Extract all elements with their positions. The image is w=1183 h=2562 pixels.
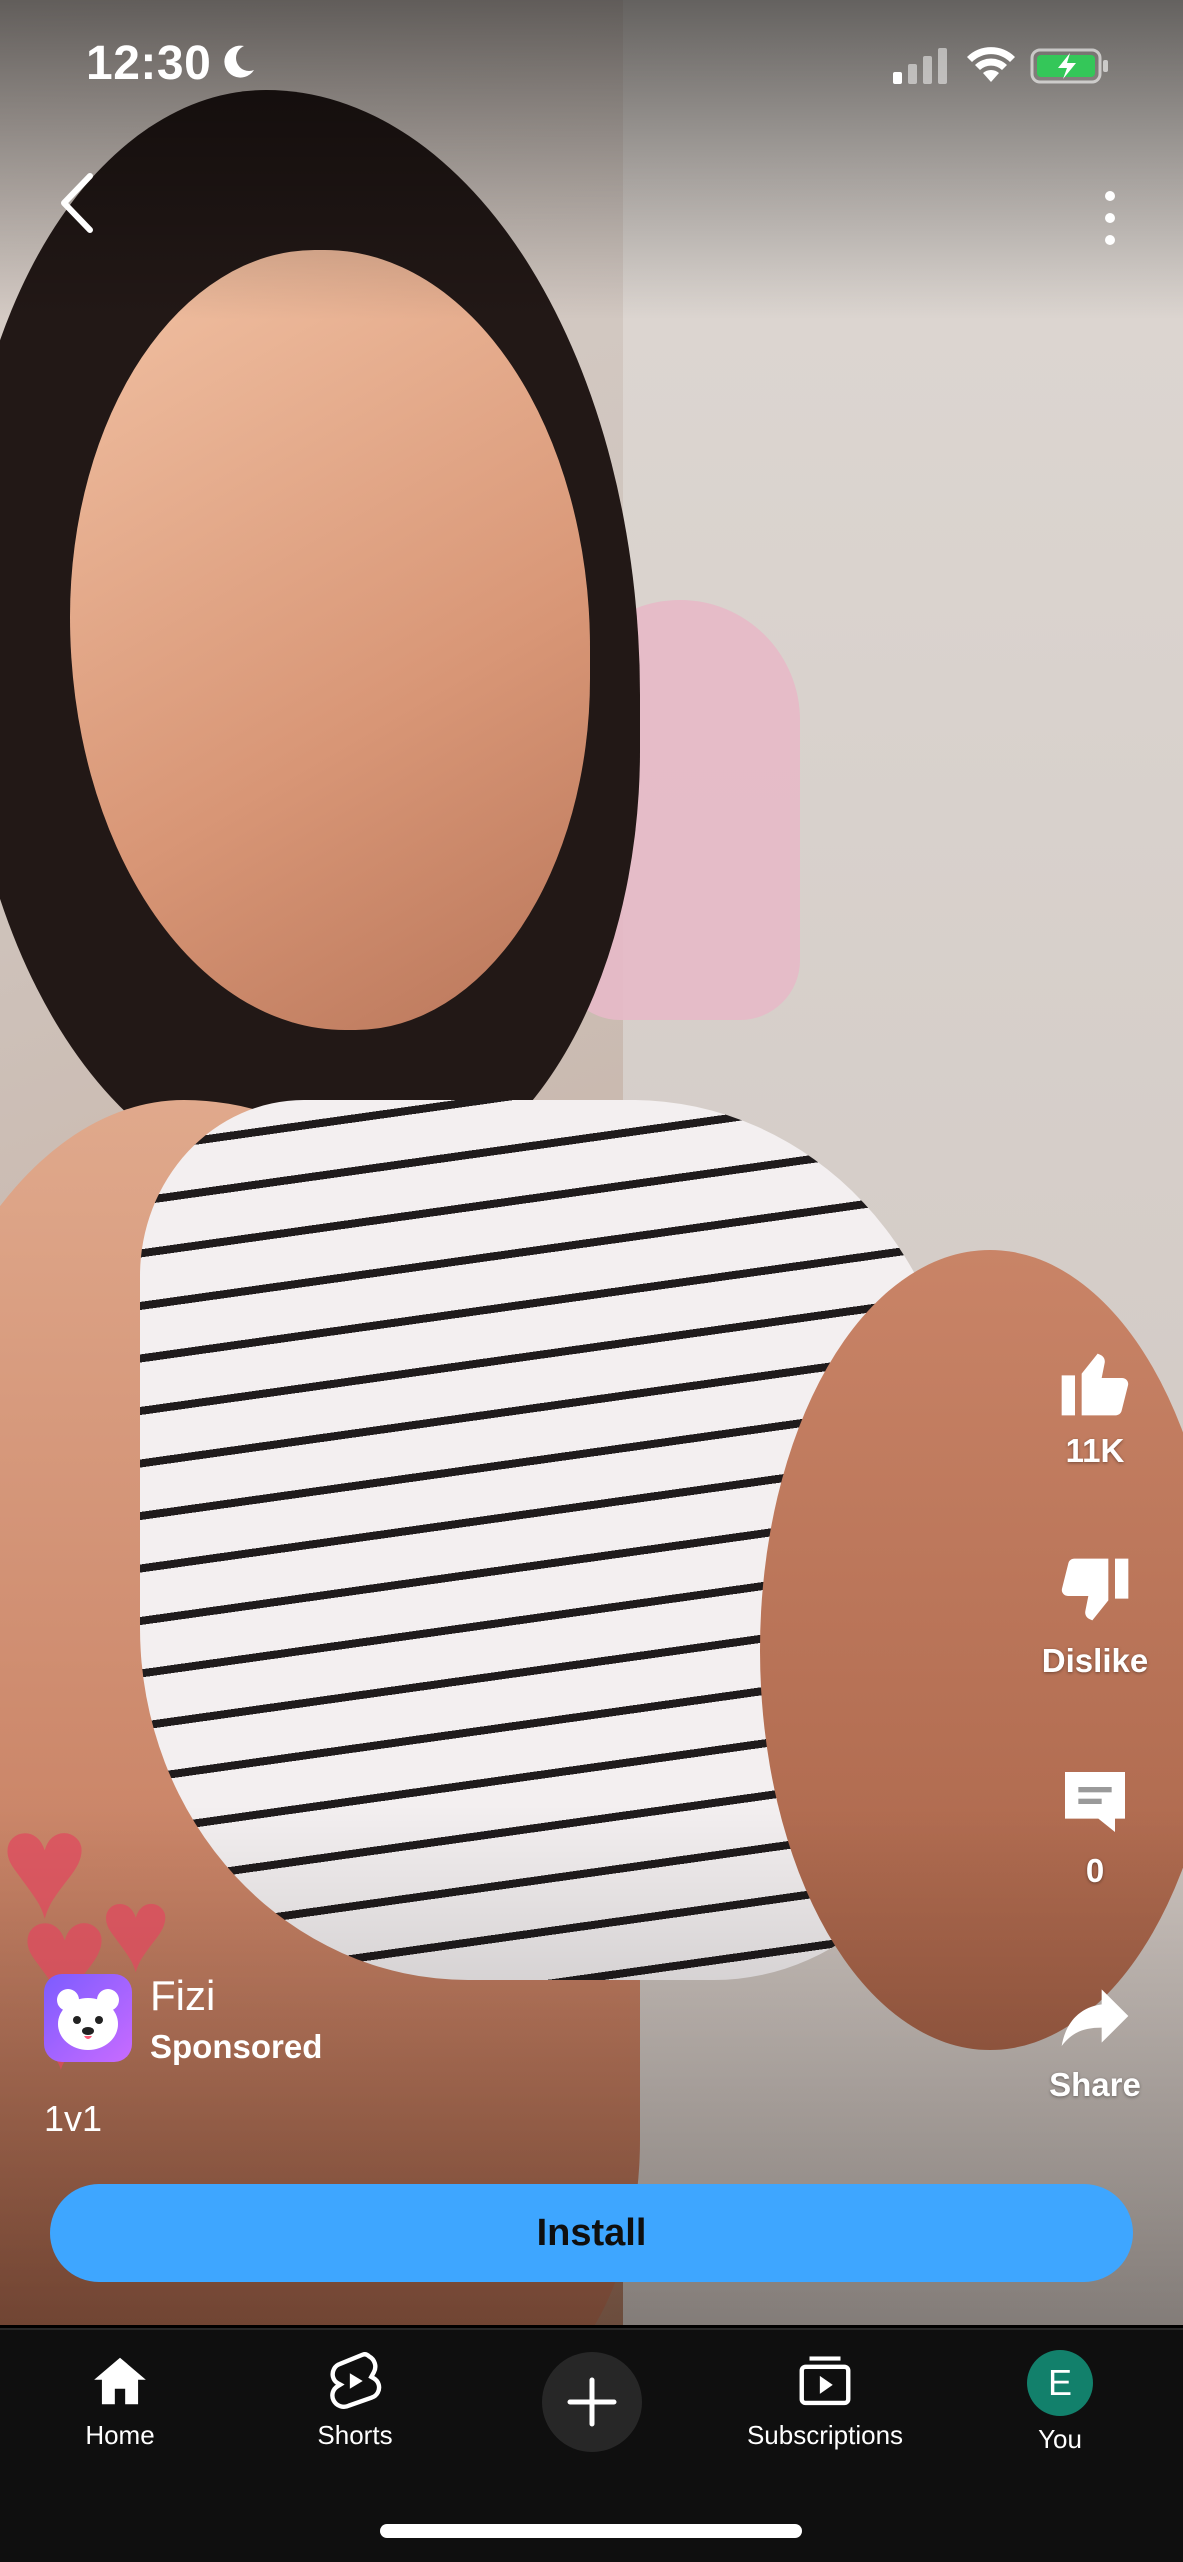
home-indicator xyxy=(380,2524,802,2538)
thumbs-up-icon xyxy=(1061,1353,1129,1416)
ad-description: 1v1 xyxy=(44,2098,103,2139)
status-time: 12:30 xyxy=(86,37,212,90)
comment-count: 0 xyxy=(1085,1852,1105,1889)
share-button[interactable]: Share xyxy=(1020,1976,1170,2104)
like-count: 11K xyxy=(1065,1432,1125,1469)
nav-subscriptions[interactable]: Subscriptions xyxy=(735,2350,915,2451)
comment-icon xyxy=(1065,1772,1125,1832)
plus-icon xyxy=(567,2377,617,2427)
home-icon xyxy=(94,2357,146,2405)
status-bar: 12:30 xyxy=(0,0,1183,140)
avatar: E xyxy=(1027,2350,1093,2416)
nav-subscriptions-label: Subscriptions xyxy=(746,2420,904,2450)
like-button[interactable]: 11K xyxy=(1020,1342,1170,1470)
advertiser-name[interactable]: Fizi xyxy=(150,1972,215,2020)
comment-button[interactable]: 0 xyxy=(1020,1762,1170,1890)
nav-shorts-label: Shorts xyxy=(317,2420,393,2450)
wifi-icon xyxy=(967,47,1015,82)
subscriptions-icon xyxy=(799,2356,851,2406)
install-button[interactable]: Install xyxy=(50,2184,1133,2282)
nav-you[interactable]: E You xyxy=(970,2350,1150,2455)
cellular-signal-icon xyxy=(893,48,947,84)
create-button[interactable] xyxy=(542,2352,642,2452)
nav-home[interactable]: Home xyxy=(30,2350,210,2451)
sponsored-label: Sponsored xyxy=(150,2028,323,2065)
share-icon xyxy=(1061,1989,1129,2046)
battery-charging-icon xyxy=(1030,48,1108,84)
moon-icon xyxy=(224,45,254,78)
dislike-label: Dislike xyxy=(1041,1642,1149,1679)
thumbs-down-icon xyxy=(1061,1558,1129,1621)
bear-logo-icon xyxy=(57,1989,119,2050)
share-label: Share xyxy=(1049,2066,1141,2103)
shorts-icon xyxy=(330,2352,382,2409)
dislike-button[interactable]: Dislike xyxy=(1020,1552,1170,1680)
nav-shorts[interactable]: Shorts xyxy=(265,2350,445,2451)
nav-you-label: You xyxy=(1038,2424,1082,2454)
nav-home-label: Home xyxy=(85,2420,155,2450)
advertiser-app-icon[interactable] xyxy=(44,1974,132,2062)
more-vertical-icon[interactable] xyxy=(1090,188,1130,248)
back-arrow-icon[interactable] xyxy=(50,168,110,238)
